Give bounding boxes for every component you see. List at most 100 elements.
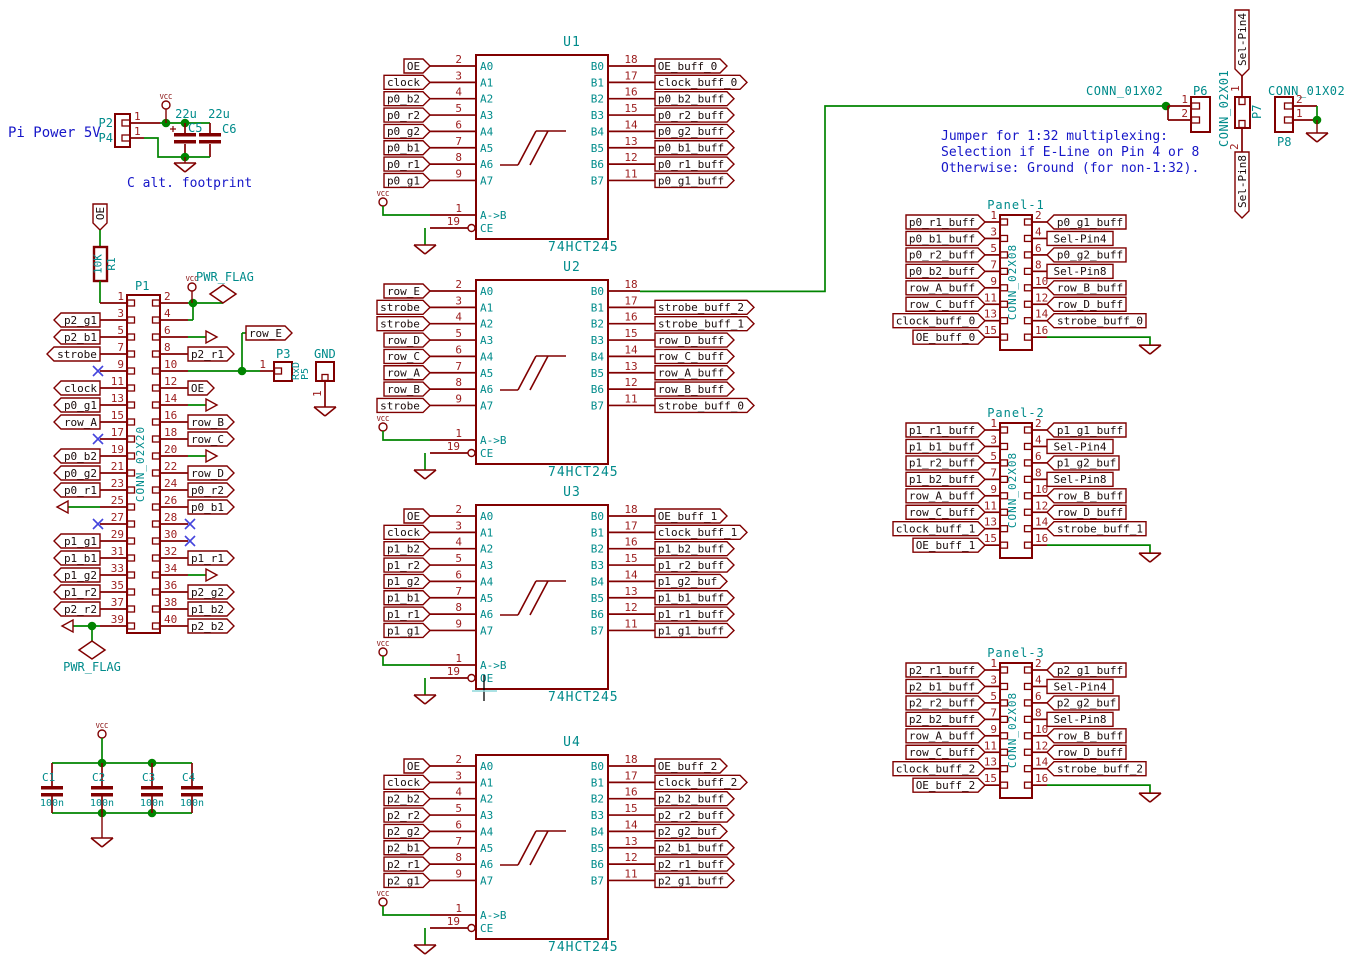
global-label-row-e[interactable]: row_E — [384, 284, 430, 298]
global-label-row-a-buff[interactable]: row_A_buff — [655, 366, 734, 380]
oe-pullup-resistor[interactable]: OE10KR1 — [92, 204, 119, 303]
global-label-p2-r2-buff[interactable]: p2_r2_buff — [906, 696, 985, 710]
global-label-p2-r2[interactable]: p2_r2 — [54, 602, 100, 616]
global-label-row-e[interactable]: row_E — [246, 326, 292, 340]
global-label-p1-b2-buff[interactable]: p1_b2_buff — [906, 472, 985, 486]
decoupling-caps[interactable]: VCCC1100nC2100nC3100nC4100n — [40, 722, 204, 847]
global-label-p2-b1-buff[interactable]: p2_b1_buff — [906, 679, 985, 693]
global-label-p0-g1[interactable]: p0_g1 — [54, 398, 100, 412]
global-label-clock-buff-2[interactable]: clock_buff_2 — [655, 775, 747, 789]
global-label-p2-r1-buff[interactable]: p2_r1_buff — [906, 663, 985, 677]
global-label-row-d-buff[interactable]: row_D_buff — [1047, 297, 1126, 311]
global-label-p0-g1-buff[interactable]: p0_g1_buff — [1047, 215, 1126, 229]
global-label-row-a-buff[interactable]: row_A_buff — [906, 281, 985, 295]
global-label-oe[interactable]: OE — [404, 59, 430, 73]
global-label-p2-b2[interactable]: p2_b2 — [188, 619, 234, 633]
global-label-p1-b2[interactable]: p1_b2 — [384, 542, 430, 556]
ic-u3[interactable]: U374HCT2452A0OE18B0OE_buff_13A1clock17B1… — [377, 485, 747, 705]
global-label-strobe-buff-2[interactable]: strobe_buff_2 — [1047, 762, 1146, 776]
global-label-p1-r2[interactable]: p1_r2 — [384, 558, 430, 572]
global-label-p0-b1-buff[interactable]: p0_b1_buff — [906, 231, 985, 245]
global-label-p0-r1-buff[interactable]: p0_r1_buff — [906, 215, 985, 229]
global-label-strobe[interactable]: strobe — [377, 398, 430, 412]
global-label-sel-pin4[interactable]: Sel-Pin4 — [1047, 231, 1113, 245]
global-label-p0-r2-buff[interactable]: p0_r2_buff — [655, 108, 734, 122]
global-label-p1-r2[interactable]: p1_r2 — [54, 585, 100, 599]
global-label-sel-pin4[interactable]: Sel-Pin4 — [1047, 679, 1113, 693]
global-label-p2-r1[interactable]: p2_r1 — [188, 347, 234, 361]
global-label-row-d-buff[interactable]: row_D_buff — [1047, 505, 1126, 519]
global-label-p2-g2-buf[interactable]: p2_g2_buf — [1047, 696, 1119, 710]
global-label-p0-b2[interactable]: p0_b2 — [54, 449, 100, 463]
global-label-p1-b2-buff[interactable]: p1_b2_buff — [655, 542, 734, 556]
global-label-p1-g1[interactable]: p1_g1 — [384, 623, 430, 637]
global-label-oe[interactable]: OE — [404, 509, 430, 523]
global-label-p0-g2[interactable]: p0_g2 — [54, 466, 100, 480]
global-label-row-c[interactable]: row_C — [384, 349, 430, 363]
global-label-p0-r1-buff[interactable]: p0_r1_buff — [655, 157, 734, 171]
global-label-p1-g2-buf[interactable]: p1_g2_buf — [1047, 456, 1119, 470]
global-label-p1-r2-buff[interactable]: p1_r2_buff — [906, 456, 985, 470]
connector-panel-3[interactable]: Panel-3CONN_02X081p2_r1_buff2p2_g1_buff3… — [893, 646, 1161, 802]
global-label-row-a-buff[interactable]: row_A_buff — [906, 729, 985, 743]
global-label-p2-g1-buff[interactable]: p2_g1_buff — [655, 873, 734, 887]
global-label-row-b[interactable]: row_B — [188, 415, 234, 429]
global-label-clock[interactable]: clock — [384, 525, 430, 539]
global-label-clock-buff-0[interactable]: clock_buff_0 — [893, 314, 985, 328]
global-label-p2-g1[interactable]: p2_g1 — [54, 313, 100, 327]
global-label-oe[interactable]: OE — [188, 381, 214, 395]
global-label-clock-buff-1[interactable]: clock_buff_1 — [655, 525, 747, 539]
global-label-p0-b2-buff[interactable]: p0_b2_buff — [906, 264, 985, 278]
global-label-p0-g2-buff[interactable]: p0_g2_buff — [1047, 248, 1126, 262]
global-label-p2-b2-buff[interactable]: p2_b2_buff — [655, 792, 734, 806]
global-label-row-b-buff[interactable]: row_B_buff — [655, 382, 734, 396]
global-label-p0-b1[interactable]: p0_b1 — [384, 141, 430, 155]
global-label-oe[interactable]: OE — [93, 204, 107, 230]
global-label-p1-b1[interactable]: p1_b1 — [54, 551, 100, 565]
global-label-p0-g2-buff[interactable]: p0_g2_buff — [655, 124, 734, 138]
global-label-sel-pin4[interactable]: Sel-Pin4 — [1235, 10, 1249, 76]
global-label-p1-r1[interactable]: p1_r1 — [384, 607, 430, 621]
global-label-clock-buff-2[interactable]: clock_buff_2 — [893, 762, 985, 776]
global-label-p2-b2-buff[interactable]: p2_b2_buff — [906, 712, 985, 726]
global-label-row-d[interactable]: row_D — [188, 466, 234, 480]
global-label-strobe[interactable]: strobe — [377, 317, 430, 331]
global-label-p2-r2[interactable]: p2_r2 — [384, 808, 430, 822]
global-label-p1-r1-buff[interactable]: p1_r1_buff — [906, 423, 985, 437]
global-label-p1-g1[interactable]: p1_g1 — [54, 534, 100, 548]
global-label-p0-g2[interactable]: p0_g2 — [384, 124, 430, 138]
schematic-canvas[interactable]: Pi Power 5VP2P411VCC22u22uC5C6C alt. foo… — [0, 0, 1354, 969]
global-label-p2-r2-buff[interactable]: p2_r2_buff — [655, 808, 734, 822]
global-label-p2-g2[interactable]: p2_g2 — [384, 824, 430, 838]
global-label-p2-r1-buff[interactable]: p2_r1_buff — [655, 857, 734, 871]
global-label-p1-b1-buff[interactable]: p1_b1_buff — [906, 439, 985, 453]
global-label-p2-g2[interactable]: p2_g2 — [188, 585, 234, 599]
global-label-p2-g1[interactable]: p2_g1 — [384, 873, 430, 887]
global-label-row-d-buff[interactable]: row_D_buff — [1047, 745, 1126, 759]
global-label-row-b-buff[interactable]: row_B_buff — [1047, 281, 1126, 295]
global-label-row-a-buff[interactable]: row_A_buff — [906, 489, 985, 503]
global-label-p0-r1[interactable]: p0_r1 — [54, 483, 100, 497]
global-label-p1-b1-buff[interactable]: p1_b1_buff — [655, 591, 734, 605]
global-label-p1-g1-buff[interactable]: p1_g1_buff — [655, 623, 734, 637]
ic-u2[interactable]: U274HCT2452A0row_E18B03A1strobe17B1strob… — [377, 260, 754, 480]
global-label-p2-r1[interactable]: p2_r1 — [384, 857, 430, 871]
global-label-oe-buff-0[interactable]: OE_buff_0 — [913, 330, 985, 344]
global-label-p1-g2[interactable]: p1_g2 — [384, 574, 430, 588]
global-label-p1-r2-buff[interactable]: p1_r2_buff — [655, 558, 734, 572]
global-label-row-b-buff[interactable]: row_B_buff — [1047, 729, 1126, 743]
power-header-section[interactable]: Pi Power 5VP2P411VCC22u22uC5C6C alt. foo… — [8, 93, 252, 191]
global-label-row-d[interactable]: row_D — [384, 333, 430, 347]
ic-u1[interactable]: U174HCT2452A0OE18B0OE_buff_03A1clock17B1… — [377, 35, 747, 255]
global-label-p2-b1[interactable]: p2_b1 — [54, 330, 100, 344]
global-label-oe[interactable]: OE — [404, 759, 430, 773]
global-label-strobe-buff-0[interactable]: strobe_buff_0 — [655, 398, 754, 412]
global-label-oe-buff-0[interactable]: OE_buff_0 — [655, 59, 727, 73]
global-label-row-c-buff[interactable]: row_C_buff — [655, 349, 734, 363]
global-label-p1-g2[interactable]: p1_g2 — [54, 568, 100, 582]
global-label-p1-g2-buf[interactable]: p1_g2_buf — [655, 574, 727, 588]
global-label-clock-buff-1[interactable]: clock_buff_1 — [893, 522, 985, 536]
global-label-strobe[interactable]: strobe — [47, 347, 100, 361]
connector-p3-gnd[interactable]: 1P3RxDP5GND1 — [259, 347, 336, 416]
global-label-row-c-buff[interactable]: row_C_buff — [906, 297, 985, 311]
